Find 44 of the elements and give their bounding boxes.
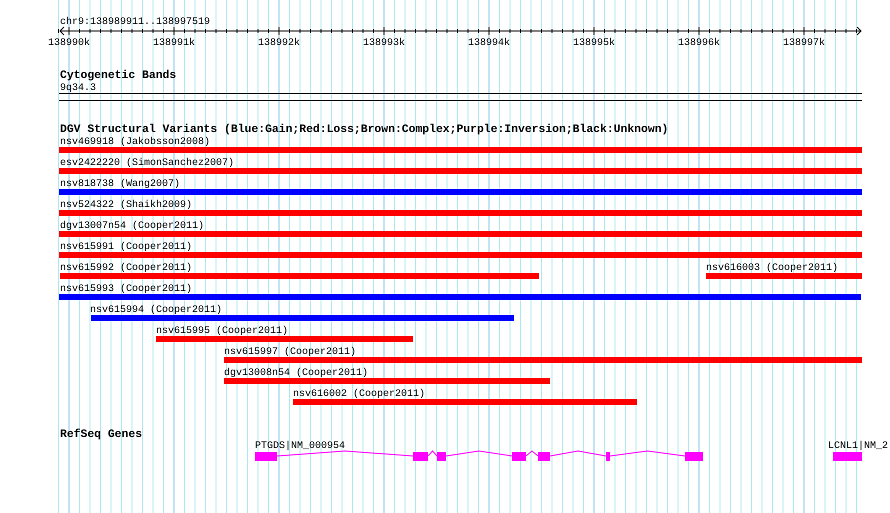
- tick-label: 138997k: [783, 38, 825, 49]
- variant-bar[interactable]: [91, 315, 514, 321]
- variant-bar[interactable]: [59, 189, 862, 195]
- track-title: RefSeq Genes: [60, 429, 142, 441]
- variant-bar[interactable]: [60, 273, 539, 279]
- gene-label: PTGDS|NM_000954: [255, 441, 346, 452]
- variant-bar[interactable]: [59, 210, 862, 216]
- tick-label: 138994k: [468, 38, 510, 49]
- variant-bar[interactable]: [156, 336, 413, 342]
- variant-bar[interactable]: [59, 147, 862, 153]
- variant-bar[interactable]: [59, 168, 862, 174]
- variant-label: nsv615995 (Cooper2011): [156, 326, 288, 337]
- variant-label: dgv13007n54 (Cooper2011): [60, 221, 204, 232]
- gene-model-drawing[interactable]: [255, 450, 703, 461]
- location-label: chr9:138989911..138997519: [60, 17, 210, 28]
- tick-label: 138991k: [153, 38, 195, 49]
- variant-bar[interactable]: [59, 294, 861, 300]
- track-title: Cytogenetic Bands: [60, 70, 176, 82]
- variant-label: nsv469918 (Jakobsson2008): [60, 137, 210, 148]
- variant-label: nsv615992 (Cooper2011): [60, 263, 192, 274]
- variant-label: esv2422220 (SimonSanchez2007): [60, 158, 234, 169]
- tick-label: 138995k: [573, 38, 615, 49]
- variant-bar[interactable]: [293, 399, 637, 405]
- variant-bar[interactable]: [224, 378, 550, 384]
- variant-label: nsv616003 (Cooper2011): [706, 263, 838, 274]
- variant-label: nsv818738 (Wang2007): [60, 179, 180, 190]
- variant-label: nsv615993 (Cooper2011): [60, 284, 192, 295]
- gene-label: LCNL1|NM_2: [828, 441, 888, 452]
- variant-bar[interactable]: [59, 252, 862, 258]
- tick-label: 138993k: [363, 38, 405, 49]
- variant-label: nsv615997 (Cooper2011): [224, 347, 356, 358]
- tick-label: 138996k: [678, 38, 720, 49]
- variant-label: dgv13008n54 (Cooper2011): [224, 368, 368, 379]
- variant-bar[interactable]: [59, 231, 862, 237]
- tick-label: 138992k: [258, 38, 300, 49]
- variant-bar[interactable]: [706, 273, 862, 279]
- variant-label: nsv615991 (Cooper2011): [60, 242, 192, 253]
- track-title: DGV Structural Variants (Blue:Gain;Red:Loss;Brown:Complex;Purple:Inversion;Black:Unknown): [60, 124, 668, 136]
- variant-label: nsv616002 (Cooper2011): [293, 389, 426, 400]
- variant-bar[interactable]: [224, 357, 862, 363]
- variant-label: nsv524322 (Shaikh2009): [60, 200, 192, 211]
- variant-label: nsv615994 (Cooper2011): [90, 305, 222, 316]
- band-label: 9q34.3: [60, 83, 96, 94]
- tick-label: 138990k: [48, 38, 90, 49]
